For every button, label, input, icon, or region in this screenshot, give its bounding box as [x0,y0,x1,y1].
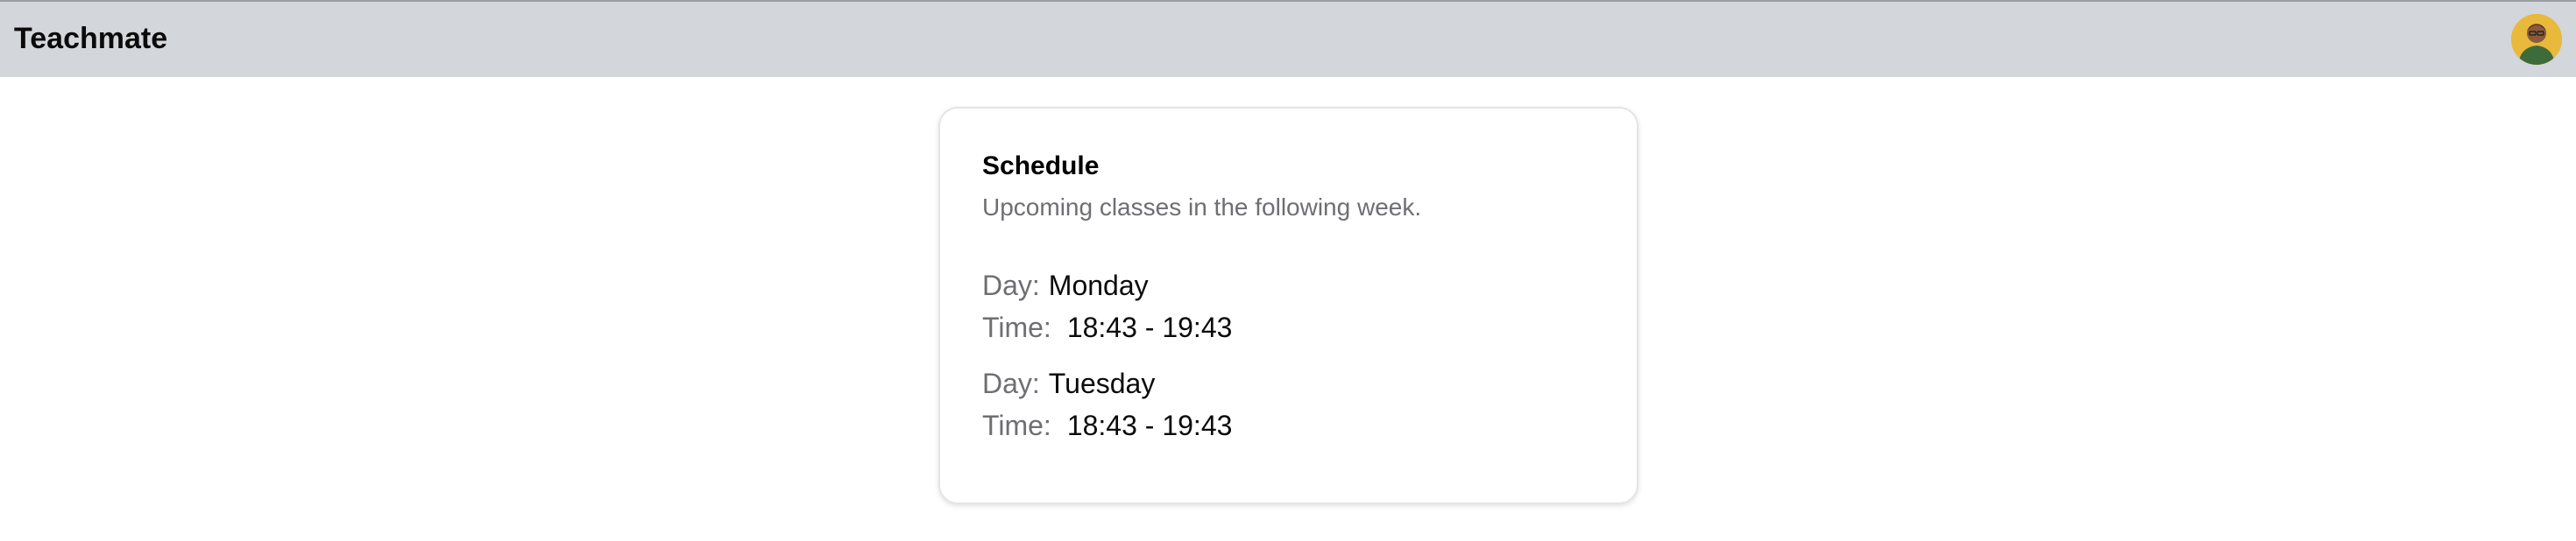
schedule-card: Schedule Upcoming classes in the followi… [938,107,1638,504]
time-value: 18:43 - 19:43 [1066,410,1233,441]
time-row: Time: 18:43 - 19:43 [982,404,1596,446]
schedule-entry: Day: Tuesday Time: 18:43 - 19:43 [982,362,1596,446]
schedule-entry: Day: Monday Time: 18:43 - 19:43 [982,264,1596,348]
user-avatar-icon[interactable] [2511,14,2562,65]
time-value: 18:43 - 19:43 [1066,312,1233,343]
day-value: Monday [1048,270,1149,301]
time-label: Time: [982,312,1051,343]
schedule-title: Schedule [982,151,1100,180]
day-value: Tuesday [1048,368,1156,399]
day-label: Day: [982,368,1040,399]
day-label: Day: [982,270,1040,301]
avatar-portrait-icon [2511,14,2562,65]
time-row: Time: 18:43 - 19:43 [982,306,1596,348]
day-row: Day: Tuesday [982,362,1596,404]
app-title: Teachmate [14,22,168,55]
day-row: Day: Monday [982,264,1596,306]
top-bar: Teachmate [0,0,2576,77]
time-label: Time: [982,410,1051,441]
schedule-subtitle: Upcoming classes in the following week. [982,193,1422,221]
